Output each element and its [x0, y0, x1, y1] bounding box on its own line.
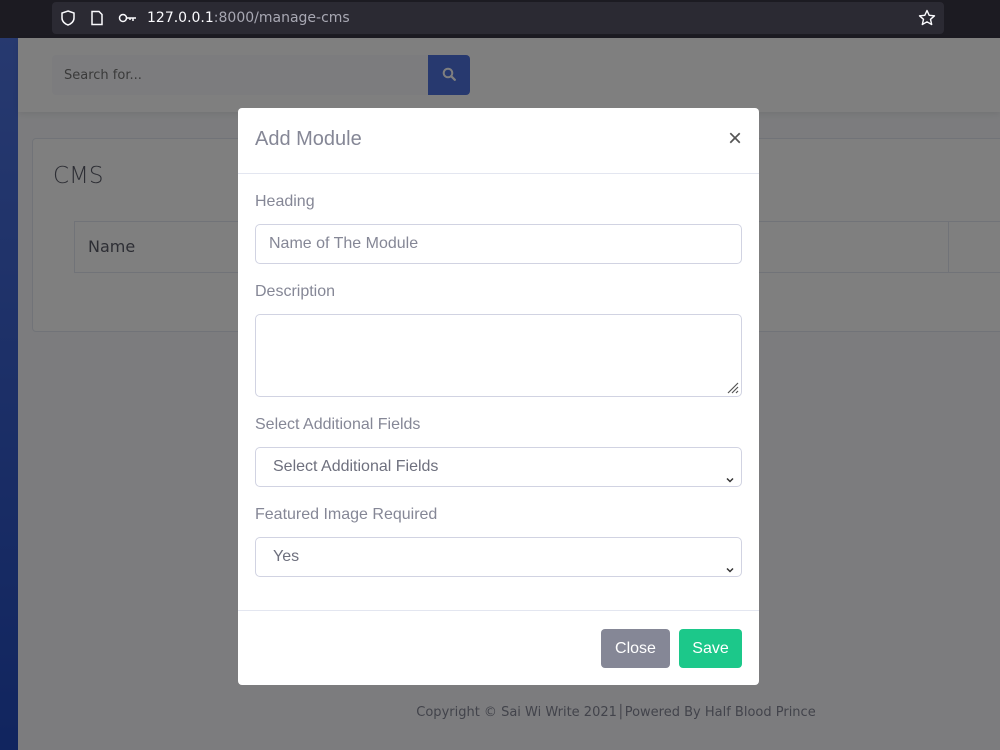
star-icon[interactable]	[918, 9, 936, 27]
url-path: :8000/manage-cms	[213, 10, 350, 26]
modal-header: Add Module ×	[238, 108, 759, 174]
heading-label: Heading	[255, 193, 315, 210]
chevron-down-icon	[725, 462, 735, 483]
additional-fields-label: Select Additional Fields	[255, 416, 421, 433]
url-host: 127.0.0.1	[147, 10, 214, 26]
key-icon[interactable]	[118, 10, 138, 26]
close-icon[interactable]: ×	[724, 126, 746, 152]
url-bar[interactable]: 127.0.0.1:8000/manage-cms	[52, 2, 944, 34]
featured-image-value: Yes	[273, 548, 300, 565]
resize-grip-icon[interactable]	[725, 380, 739, 394]
browser-toolbar: 127.0.0.1:8000/manage-cms	[0, 0, 1000, 38]
featured-image-label: Featured Image Required	[255, 506, 438, 523]
chevron-down-icon	[725, 552, 735, 573]
page-icon[interactable]	[89, 10, 105, 26]
save-button[interactable]: Save	[679, 629, 742, 668]
additional-fields-select[interactable]: Select Additional Fields	[255, 447, 742, 487]
close-button[interactable]: Close	[601, 629, 670, 668]
add-module-modal: Add Module × Heading Name of The Module …	[238, 108, 759, 685]
featured-image-select[interactable]: Yes	[255, 537, 742, 577]
shield-icon[interactable]	[60, 10, 76, 26]
description-label: Description	[255, 283, 336, 300]
modal-title: Add Module	[255, 128, 362, 150]
modal-footer: Close Save	[238, 610, 759, 685]
url-text[interactable]: 127.0.0.1:8000/manage-cms	[147, 10, 350, 26]
additional-fields-value: Select Additional Fields	[273, 458, 439, 475]
heading-input[interactable]: Name of The Module	[255, 224, 742, 264]
description-textarea[interactable]	[255, 314, 742, 397]
